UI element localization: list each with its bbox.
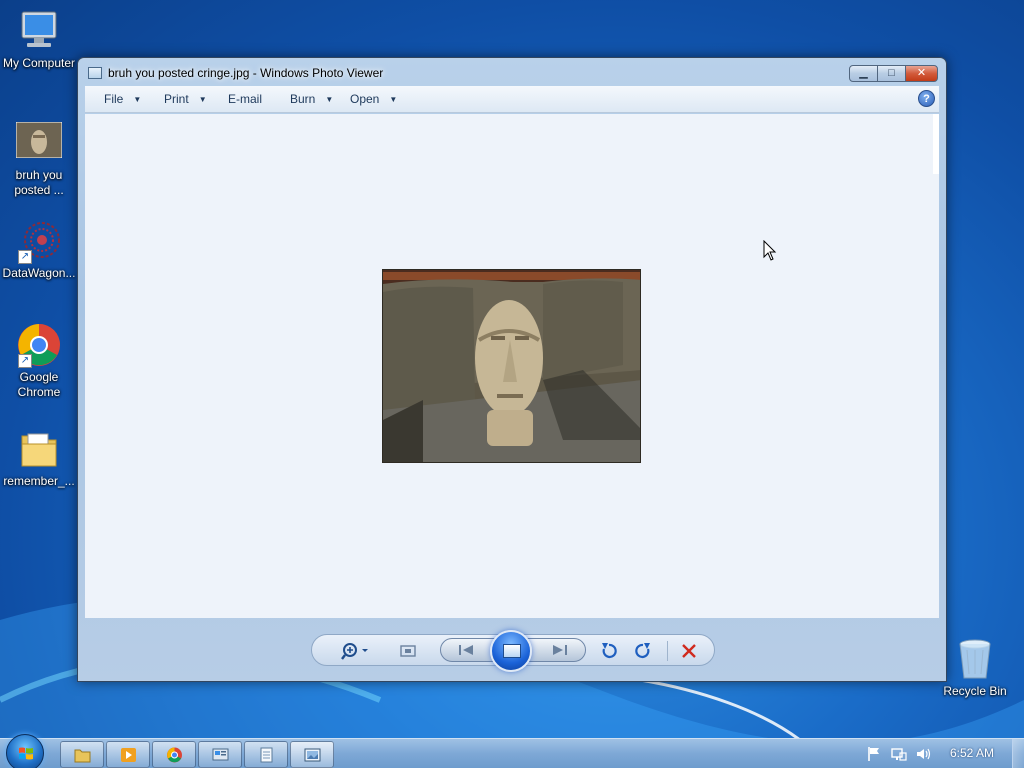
image-thumbnail-icon <box>15 121 63 159</box>
desktop-icon-my-computer[interactable]: My Computer <box>0 8 78 71</box>
shortcut-arrow-icon: ↗ <box>18 354 32 368</box>
menu-print-label: Print <box>164 92 189 106</box>
taskbar: 6:52 AM <box>0 734 1024 768</box>
explorer-icon <box>74 749 91 763</box>
chevron-down-icon: ▼ <box>389 95 398 104</box>
media-player-icon <box>121 748 136 762</box>
viewer-toolbar <box>85 618 939 682</box>
system-clock[interactable]: 6:52 AM <box>950 746 994 760</box>
slideshow-icon <box>503 644 521 658</box>
window-title: bruh you posted cringe.jpg - Windows Pho… <box>108 66 384 80</box>
menu-email[interactable]: E-mail <box>228 92 262 106</box>
recycle-bin-icon <box>959 639 991 679</box>
delete-button[interactable] <box>678 641 700 661</box>
desktop-icon-recycle-bin[interactable]: Recycle Bin <box>936 636 1014 699</box>
scrollbar-stub <box>933 114 939 174</box>
menu-file[interactable]: File ▼ <box>104 92 141 106</box>
taskbar-control-panel[interactable] <box>198 741 242 768</box>
desktop-icon-photo-file[interactable]: bruh you posted ... <box>0 121 78 198</box>
chevron-down-icon: ▼ <box>198 95 207 104</box>
taskbar-chrome[interactable] <box>152 741 196 768</box>
chrome-icon <box>167 747 182 763</box>
start-button[interactable] <box>6 734 44 768</box>
help-button[interactable]: ? <box>918 90 935 107</box>
rotate-clockwise-button[interactable] <box>632 641 654 661</box>
actual-size-button[interactable] <box>398 641 418 661</box>
control-panel-icon <box>212 748 229 761</box>
image-viewing-area[interactable] <box>85 114 939 618</box>
taskbar-notepad[interactable] <box>244 741 288 768</box>
menu-email-label: E-mail <box>228 92 263 106</box>
previous-icon <box>459 645 473 655</box>
maximize-button[interactable]: □ <box>877 65 906 82</box>
chevron-down-icon: ▼ <box>133 95 142 104</box>
menu-file-label: File <box>104 92 124 106</box>
menu-bar: File ▼ Print ▼ E-mail Burn ▼ Open ▼ ? <box>85 86 939 113</box>
desktop-icon-datawagon[interactable]: ↗ DataWagon... <box>0 218 78 281</box>
fit-window-icon <box>400 645 416 657</box>
displayed-photo[interactable] <box>382 269 641 463</box>
computer-icon <box>21 11 57 47</box>
desktop-icon-label: Recycle Bin <box>943 684 1007 698</box>
show-desktop-button[interactable] <box>1012 739 1024 768</box>
next-button[interactable] <box>549 640 571 660</box>
chevron-down-icon: ▼ <box>325 95 334 104</box>
network-icon[interactable] <box>891 746 907 762</box>
desktop-icon-google-chrome[interactable]: ↗ Google Chrome <box>0 322 78 400</box>
desktop-icon-label: DataWagon... <box>2 266 76 280</box>
desktop-icon-label: remember_... <box>3 474 75 488</box>
desktop-icon-label: My Computer <box>2 56 76 70</box>
windows-logo-icon <box>19 747 33 760</box>
desktop-icon-folder[interactable]: remember_... <box>0 426 78 489</box>
taskbar-photo-viewer[interactable] <box>290 741 334 768</box>
menu-print[interactable]: Print ▼ <box>164 92 207 106</box>
title-bar[interactable]: bruh you posted cringe.jpg - Windows Pho… <box>78 58 946 86</box>
folder-icon <box>21 433 57 467</box>
close-icon: ✕ <box>916 67 927 79</box>
rotate-clockwise-icon <box>635 643 650 659</box>
toolbar-separator <box>667 641 668 661</box>
photo-viewer-icon <box>304 748 321 762</box>
maximize-icon: □ <box>888 67 895 79</box>
mouse-cursor-icon <box>763 240 777 261</box>
zoom-icon <box>341 643 368 660</box>
taskbar-media-player[interactable] <box>106 741 150 768</box>
moai-photo-image <box>383 270 640 462</box>
menu-burn-label: Burn <box>290 92 316 106</box>
action-center-flag-icon[interactable] <box>866 746 882 762</box>
delete-icon <box>682 644 696 658</box>
close-button[interactable]: ✕ <box>905 65 938 82</box>
photo-viewer-app-icon <box>88 67 102 79</box>
desktop-icon-label: bruh you posted ... <box>14 168 64 197</box>
menu-open-label: Open <box>350 92 380 106</box>
menu-open[interactable]: Open ▼ <box>350 92 397 106</box>
minimize-button[interactable]: ▁ <box>849 65 878 82</box>
menu-burn[interactable]: Burn ▼ <box>290 92 333 106</box>
controls-bar <box>311 630 715 672</box>
previous-button[interactable] <box>455 640 477 660</box>
shortcut-arrow-icon: ↗ <box>18 250 32 264</box>
zoom-button[interactable] <box>340 641 370 661</box>
help-icon: ? <box>923 93 930 105</box>
next-icon <box>553 645 567 655</box>
photo-viewer-window[interactable]: bruh you posted cringe.jpg - Windows Pho… <box>77 57 947 682</box>
minimize-icon: ▁ <box>859 67 868 79</box>
volume-icon[interactable] <box>915 746 931 762</box>
notepad-icon <box>260 747 273 763</box>
taskbar-explorer[interactable] <box>60 741 104 768</box>
desktop-icon-label: Google Chrome <box>17 370 61 399</box>
rotate-counterclockwise-icon <box>602 643 617 659</box>
rotate-counterclockwise-button[interactable] <box>598 641 620 661</box>
slideshow-button[interactable] <box>490 630 532 672</box>
